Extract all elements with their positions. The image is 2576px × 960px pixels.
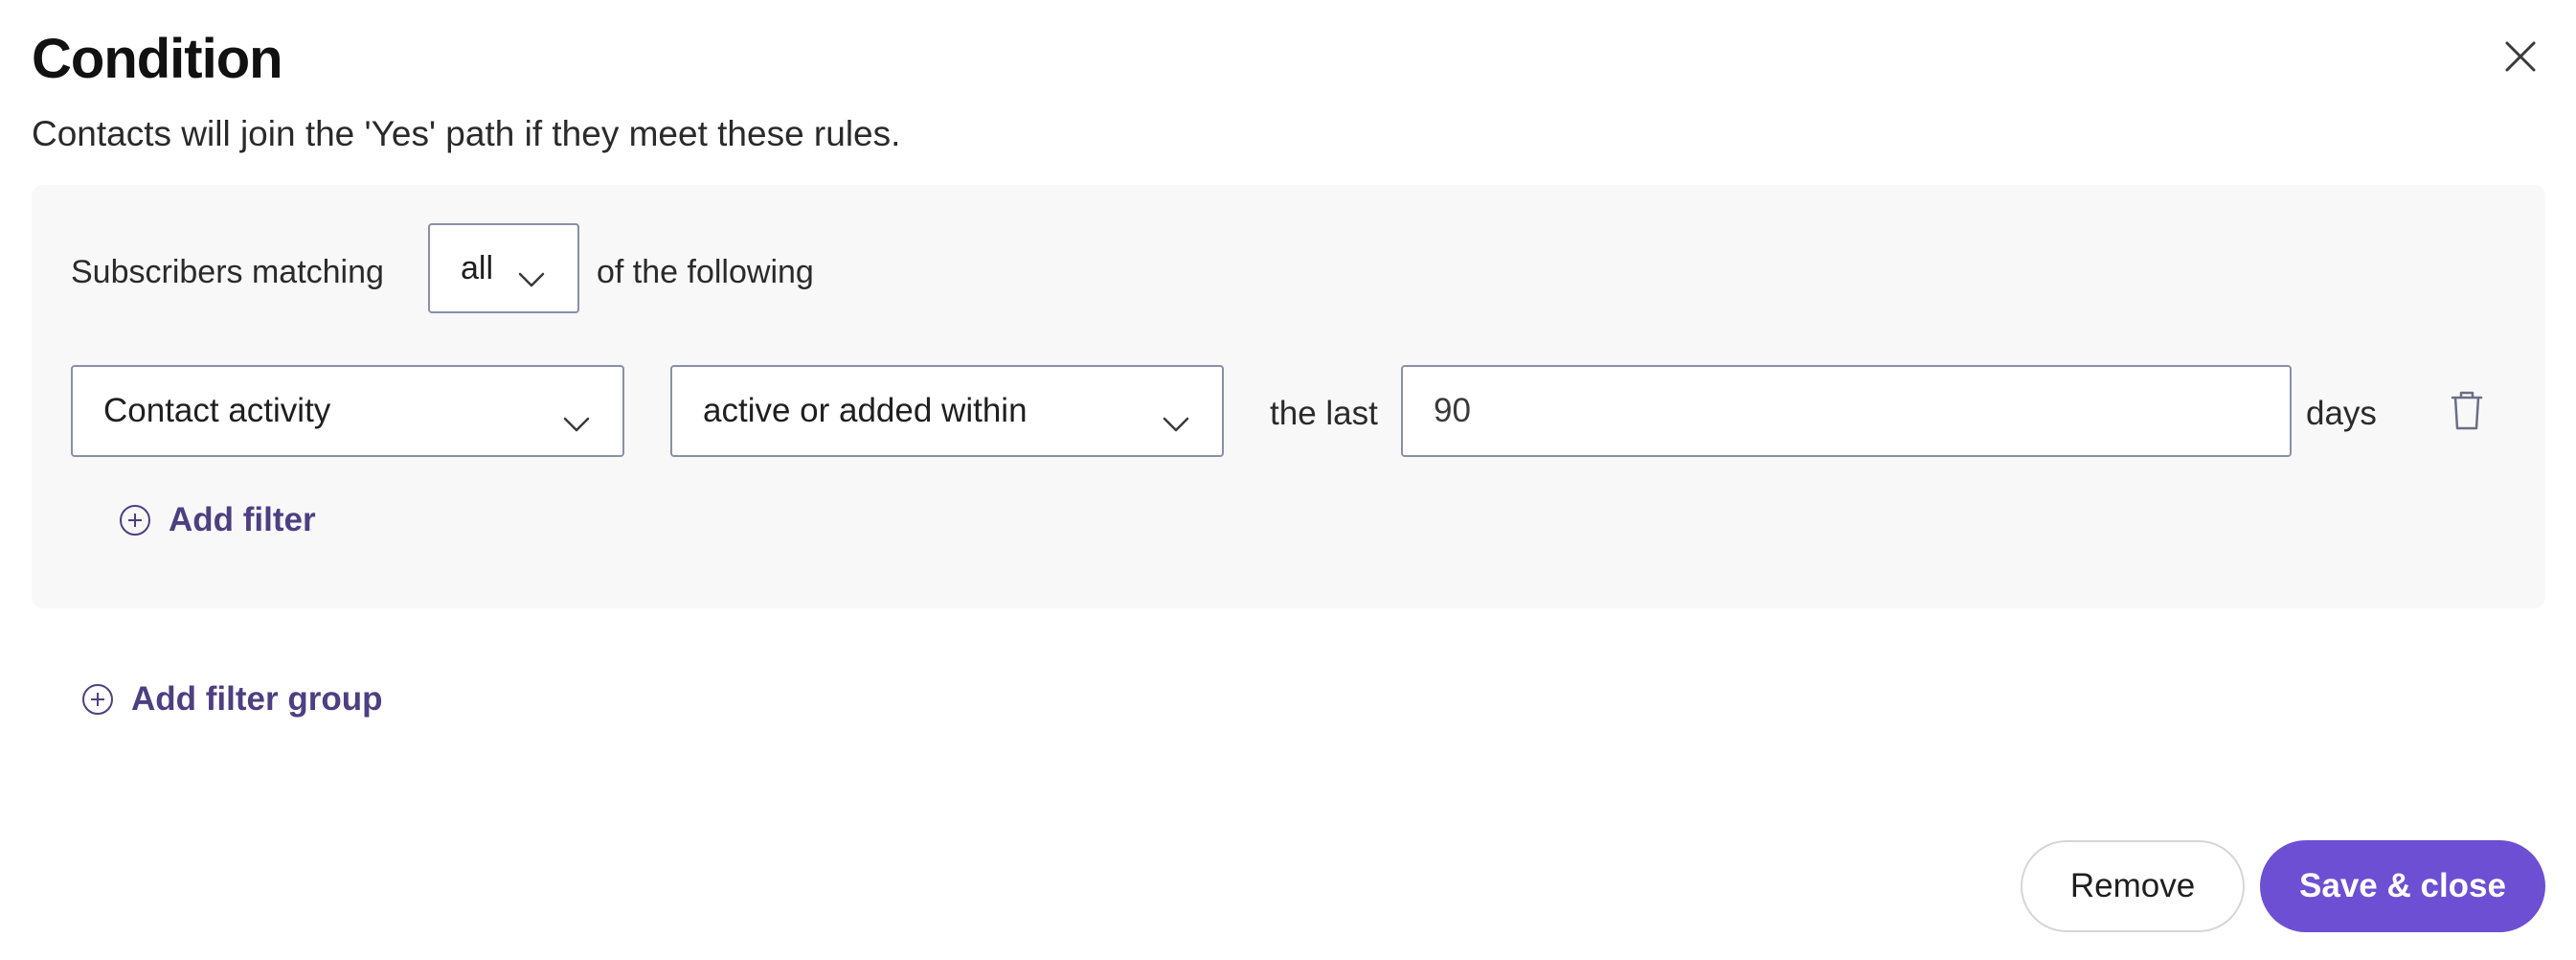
condition-dialog: Condition Contacts will join the 'Yes' p… [0,0,2576,960]
chevron-down-icon [563,403,590,442]
trash-icon [2451,391,2483,436]
close-icon [2504,40,2537,78]
plus-circle-icon [119,504,151,537]
filter-group-panel: Subscribers matching all of the followin… [32,185,2545,608]
plus-circle-icon [81,683,114,716]
chevron-down-icon [1163,403,1189,442]
filter-field-select[interactable]: Contact activity [71,365,624,457]
dialog-subtitle: Contacts will join the 'Yes' path if the… [32,114,901,153]
dialog-title: Condition [32,28,283,90]
matching-prefix-label: Subscribers matching [71,254,384,290]
filter-operator-select[interactable]: active or added within [670,365,1224,457]
match-mode-select[interactable]: all [428,223,579,313]
remove-button[interactable]: Remove [2021,840,2245,932]
chevron-down-icon [518,260,545,297]
save-and-close-button[interactable]: Save & close [2260,840,2545,932]
filter-field-value: Contact activity [103,392,331,429]
add-filter-group-label: Add filter group [131,680,383,718]
add-filter-link[interactable]: Add filter [119,501,316,539]
close-button[interactable] [2497,34,2544,82]
delete-filter-button[interactable] [2443,386,2491,440]
add-filter-label: Add filter [169,501,316,538]
add-filter-group-link[interactable]: Add filter group [81,680,382,719]
matching-suffix-label: of the following [597,254,814,290]
unit-label: days [2306,395,2377,432]
filter-operator-value: active or added within [703,392,1028,429]
match-mode-value: all [461,249,494,286]
days-input[interactable] [1401,365,2292,457]
range-label: the last [1270,395,1378,432]
